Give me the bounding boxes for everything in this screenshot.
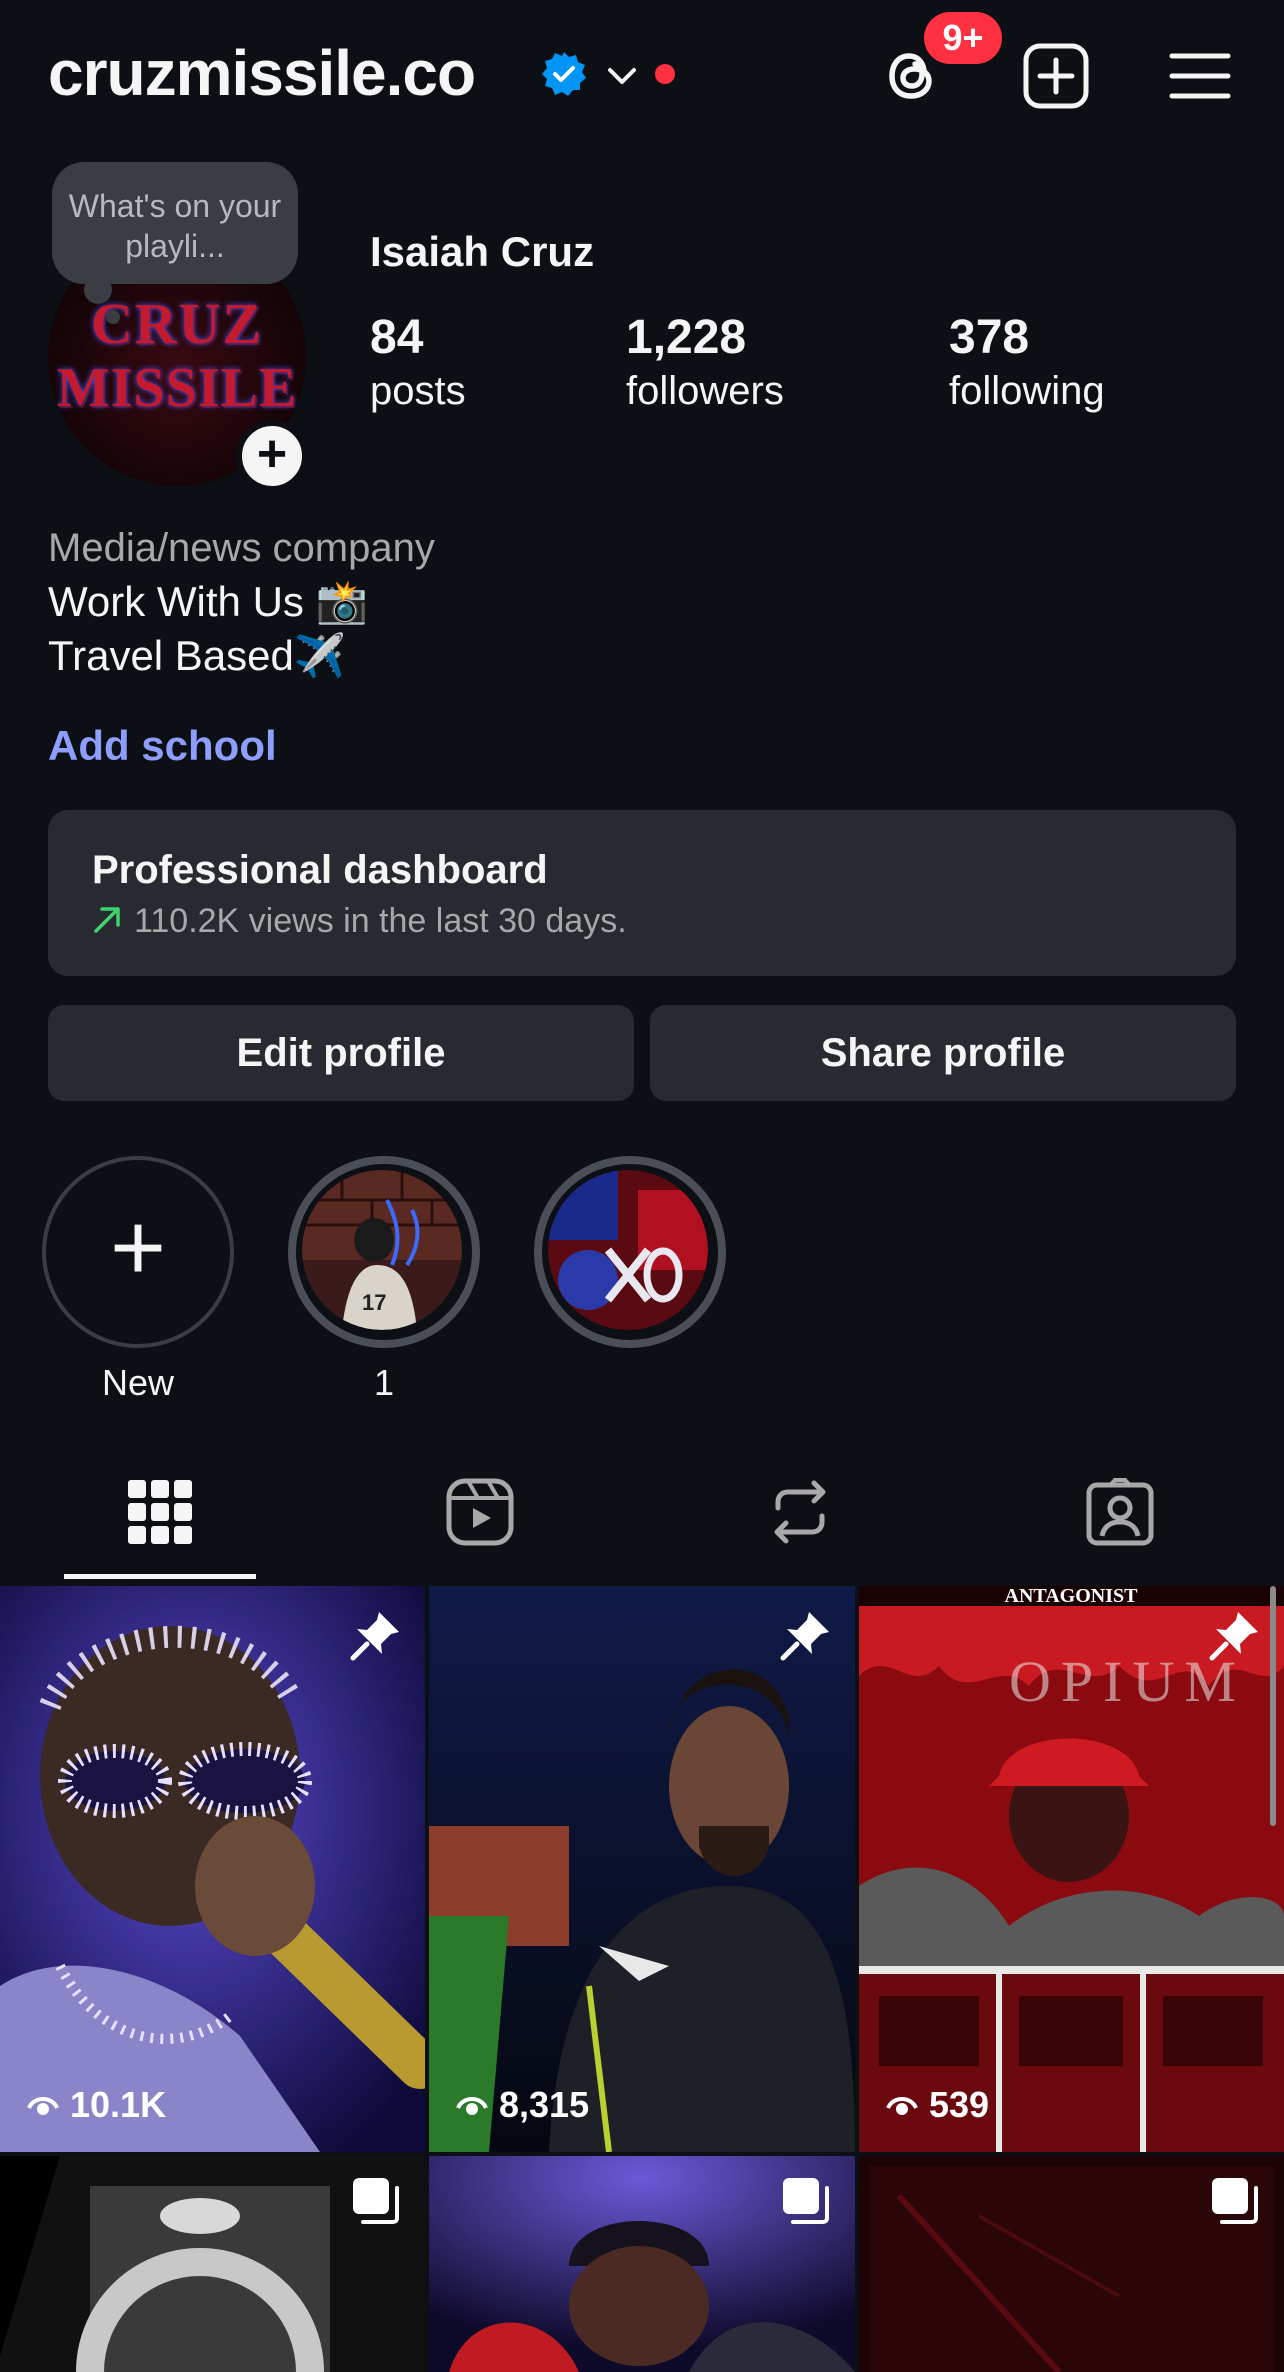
share-profile-button[interactable]: Share profile bbox=[650, 1005, 1236, 1101]
posts-count[interactable]: 84 posts bbox=[370, 310, 466, 414]
view-count: 539 bbox=[885, 2084, 989, 2126]
posts-count-label: posts bbox=[370, 369, 466, 413]
top-bar: cruzmissile.co 9+ bbox=[0, 0, 1284, 150]
repost-icon bbox=[774, 1480, 826, 1544]
new-post-icon[interactable] bbox=[1020, 40, 1092, 112]
post-tile[interactable]: 8,315 bbox=[429, 1586, 855, 2152]
highlight-new-ring: + bbox=[42, 1156, 234, 1348]
highlight-cover-image: 17 bbox=[302, 1170, 462, 1330]
chevron-down-icon[interactable] bbox=[604, 58, 640, 94]
add-school-link[interactable]: Add school bbox=[48, 722, 277, 770]
views-eye-icon bbox=[27, 2097, 59, 2115]
followers-count[interactable]: 1,228 followers bbox=[626, 310, 784, 414]
note-bubble[interactable]: What's on your playli... bbox=[52, 162, 298, 284]
views-eye-icon bbox=[886, 2097, 918, 2115]
post-thumbnail bbox=[429, 1586, 855, 2152]
verified-badge-icon bbox=[542, 52, 586, 96]
notification-badge: 9+ bbox=[924, 12, 1002, 64]
reposts-tab[interactable] bbox=[704, 1470, 896, 1580]
followers-count-label: followers bbox=[626, 369, 784, 413]
following-count-value: 378 bbox=[949, 311, 1030, 364]
dashboard-subtitle-row: 110.2K views in the last 30 days. bbox=[92, 902, 627, 941]
grid-tab[interactable] bbox=[64, 1470, 256, 1580]
following-count[interactable]: 378 following bbox=[949, 310, 1105, 414]
full-name: Isaiah Cruz bbox=[370, 228, 595, 275]
note-bubble-tail bbox=[84, 276, 112, 304]
antagonist-text: ANTAGONIST bbox=[1005, 1586, 1139, 1607]
bio-line-2: Travel Based✈️ bbox=[48, 632, 347, 679]
carousel-icon bbox=[783, 2178, 829, 2224]
plus-icon: + bbox=[109, 1194, 167, 1301]
unread-dot bbox=[655, 64, 675, 84]
post-thumbnail: ANTAGONIST OPIUM bbox=[859, 1586, 1284, 2152]
followers-count-value: 1,228 bbox=[626, 311, 747, 364]
add-story-button[interactable]: + bbox=[236, 420, 308, 492]
tagged-person-icon bbox=[1086, 1478, 1154, 1546]
avatar-logo-line1: CRUZ bbox=[90, 291, 264, 356]
pin-icon bbox=[780, 1612, 829, 1661]
active-tab-indicator bbox=[64, 1574, 256, 1579]
username-switcher[interactable]: cruzmissile.co bbox=[48, 36, 476, 110]
highlight-2[interactable] bbox=[534, 1156, 726, 1362]
following-count-label: following bbox=[949, 369, 1105, 413]
dashboard-title: Professional dashboard bbox=[92, 848, 548, 892]
views-eye-icon bbox=[456, 2097, 488, 2115]
posts-count-value: 84 bbox=[370, 311, 424, 364]
svg-text:17: 17 bbox=[362, 1290, 386, 1315]
grid-icon bbox=[128, 1480, 192, 1544]
highlight-label: 1 bbox=[373, 1362, 395, 1403]
highlight-ring: 17 bbox=[288, 1156, 480, 1348]
scrollbar[interactable] bbox=[1270, 1586, 1276, 1826]
highlight-new[interactable]: + New bbox=[42, 1156, 234, 1404]
reels-icon bbox=[446, 1478, 514, 1546]
post-tile[interactable]: ANTAGONIST OPIUM 539 bbox=[859, 1586, 1284, 2152]
post-tile[interactable]: 10.1K bbox=[0, 1586, 425, 2152]
carousel-icon bbox=[1212, 2178, 1258, 2224]
professional-dashboard-card[interactable]: Professional dashboard 110.2K views in t… bbox=[48, 810, 1236, 976]
menu-icon[interactable] bbox=[1164, 40, 1236, 112]
highlight-cover-image bbox=[548, 1170, 708, 1330]
view-count-value: 8,315 bbox=[499, 2084, 590, 2125]
pin-icon bbox=[1209, 1612, 1258, 1661]
view-count-value: 539 bbox=[929, 2084, 990, 2125]
profile-category: Media/news company bbox=[48, 526, 435, 570]
view-count-value: 10.1K bbox=[70, 2084, 167, 2125]
highlight-label: New bbox=[101, 1362, 175, 1403]
reels-tab[interactable] bbox=[384, 1470, 576, 1580]
pin-icon bbox=[350, 1612, 399, 1661]
highlight-ring bbox=[534, 1156, 726, 1348]
view-count: 10.1K bbox=[26, 2084, 166, 2126]
post-tile[interactable] bbox=[0, 2156, 425, 2372]
edit-profile-button[interactable]: Edit profile bbox=[48, 1005, 634, 1101]
bio-line-1: Work With Us 📸 bbox=[48, 578, 368, 625]
post-tile[interactable] bbox=[859, 2156, 1284, 2372]
post-tile[interactable] bbox=[429, 2156, 855, 2372]
highlight-1[interactable]: 17 1 bbox=[288, 1156, 480, 1404]
post-thumbnail bbox=[0, 1586, 425, 2152]
carousel-icon bbox=[353, 2178, 399, 2224]
view-count: 8,315 bbox=[455, 2084, 589, 2126]
note-bubble-tail-small bbox=[106, 310, 120, 324]
tagged-tab[interactable] bbox=[1024, 1470, 1216, 1580]
avatar-logo-line2: MISSILE bbox=[56, 357, 298, 419]
trend-up-arrow-icon bbox=[94, 907, 120, 933]
dashboard-subtitle: 110.2K views in the last 30 days. bbox=[134, 902, 627, 940]
